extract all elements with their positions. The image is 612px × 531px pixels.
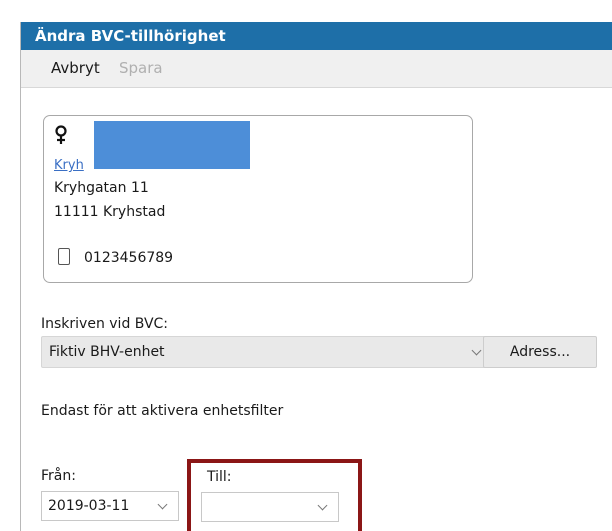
female-icon	[55, 125, 67, 144]
from-label: Från:	[41, 468, 76, 484]
chevron-down-icon	[157, 499, 168, 510]
mobile-phone-icon	[58, 248, 70, 265]
chevron-down-icon	[471, 345, 482, 356]
bvc-selected-value: Fiktiv BHV-enhet	[49, 344, 165, 360]
from-date-value: 2019-03-11	[48, 498, 130, 514]
postal-address: 11111 Kryhstad	[54, 204, 166, 220]
cancel-button[interactable]: Avbryt	[51, 59, 100, 77]
filter-note: Endast för att aktivera enhetsfilter	[41, 403, 284, 419]
chevron-down-icon	[317, 500, 328, 511]
save-button[interactable]: Spara	[119, 59, 163, 77]
dialog-window: Ändra BVC-tillhörighet Avbryt Spara Kryh…	[20, 22, 612, 531]
from-date-picker[interactable]: 2019-03-11	[41, 491, 179, 521]
patient-card: Kryh Kryhgatan 11 11111 Kryhstad 0123456…	[43, 115, 473, 283]
dialog-title: Ändra BVC-tillhörighet	[21, 22, 612, 50]
highlight-box: Till:	[187, 459, 362, 531]
phone-number: 0123456789	[84, 250, 174, 266]
bvc-label: Inskriven vid BVC:	[41, 316, 169, 332]
street-address: Kryhgatan 11	[54, 180, 149, 196]
address-button[interactable]: Adress...	[483, 336, 597, 368]
bvc-select[interactable]: Fiktiv BHV-enhet	[41, 336, 497, 368]
toolbar: Avbryt Spara	[21, 50, 612, 88]
patient-name-link[interactable]: Kryh	[54, 158, 84, 173]
redacted-name	[94, 121, 250, 169]
to-label: Till:	[207, 469, 232, 485]
to-date-picker[interactable]	[201, 492, 339, 522]
